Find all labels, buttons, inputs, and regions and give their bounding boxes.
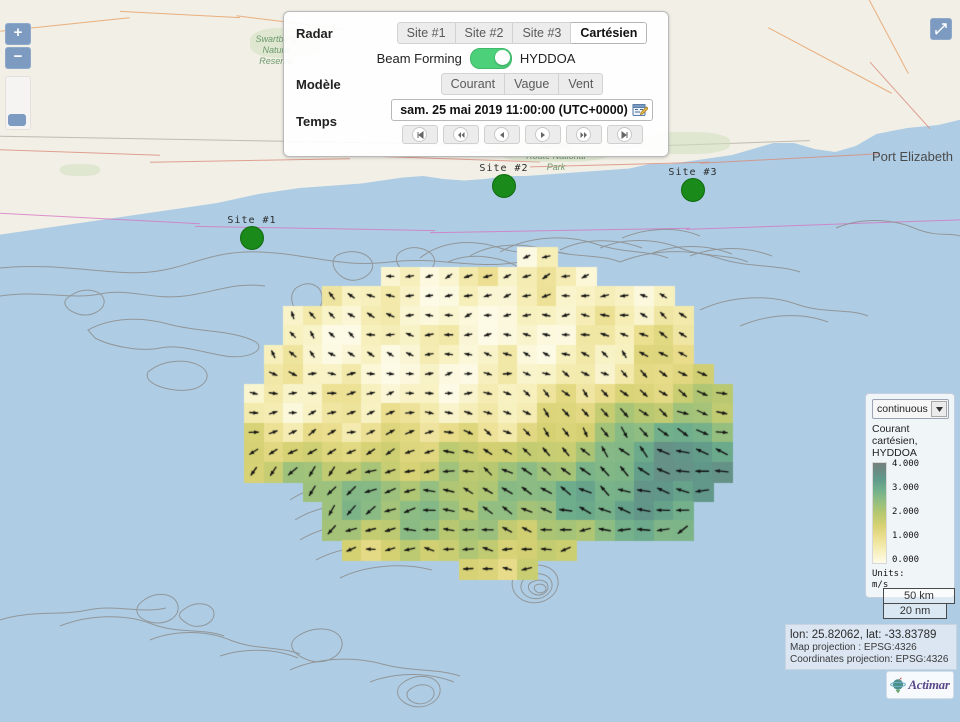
step-forward-button[interactable] [524,125,561,144]
scale-nautical: 20 nm [883,604,947,619]
step-forward-fast-button[interactable] [565,125,602,144]
coordinate-info-box: lon: 25.82062, lat: -33.83789 Map projec… [785,624,957,670]
beam-forming-toggle[interactable] [469,48,512,69]
colorbar-tick: 3.000 [892,483,920,493]
time-field[interactable]: sam. 25 mai 2019 11:00:00 (UTC+0000) [391,99,653,121]
skip-to-end-button[interactable] [606,125,643,144]
colorbar-tick: 4.000 [892,459,920,469]
modele-row: Modèle Courant Vague Vent [292,73,660,95]
colorbar-tick: 1.000 [892,531,920,541]
modele-label: Modèle [296,76,341,92]
modele-button-group[interactable]: Courant Vague Vent [440,73,604,95]
calendar-icon[interactable] [632,102,648,118]
step-back-button[interactable] [483,125,520,144]
colorbar-wrap: 4.000 3.000 2.000 1.000 0.000 [872,459,949,565]
radar-row: Radar Site #1 Site #2 Site #3 Cartésien [292,22,660,44]
expand-icon [935,23,947,35]
site-dot[interactable] [681,178,705,202]
next-icon [535,127,550,142]
rewind-icon [453,127,468,142]
step-back-fast-button[interactable] [442,125,479,144]
zoom-slider[interactable] [5,76,31,130]
zoom-controls[interactable]: + − [5,23,31,71]
map-application: SwartbergNatureReserve GardenRoute Natio… [0,0,960,722]
legend-title-line-1: Courant [872,423,910,435]
site-label: Site #2 [479,163,529,174]
modele-option-courant[interactable]: Courant [440,73,506,95]
zoom-slider-handle[interactable] [8,114,26,126]
site-marker-3[interactable]: Site #3 [668,167,717,202]
scale-metric: 50 km [883,588,955,604]
temps-label: Temps [296,114,337,129]
attribution-logo[interactable]: Actimar [886,671,954,699]
radar-option-cartesien[interactable]: Cartésien [571,22,648,44]
beam-forming-algorithm: HYDDOA [519,51,576,66]
legend-mode-select[interactable]: continuous [872,399,949,419]
beam-forming-label: Beam Forming [376,51,462,66]
radar-option-site1[interactable]: Site #1 [396,22,456,44]
time-navigation[interactable] [401,125,643,144]
scale-bar: 50 km 20 nm [883,588,955,619]
map-projection: Map projection : EPSG:4326 [790,642,917,653]
radar-label: Radar [296,25,333,41]
map-label-port-elizabeth: Port Elizabeth [872,149,953,164]
fullscreen-button[interactable] [930,18,952,40]
skip-start-icon [412,127,427,142]
colorbar-tick: 2.000 [892,507,920,517]
modele-option-vague[interactable]: Vague [505,73,560,95]
radar-option-site3[interactable]: Site #3 [513,22,572,44]
legend-title: Courant cartésien, HYDDOA [872,423,949,459]
actimar-wordmark: Actimar [908,677,950,692]
legend-title-line-3: HYDDOA [872,447,917,459]
site-label: Site #1 [227,215,277,226]
temps-row: Temps sam. 25 mai 2019 11:00:00 (UTC+000… [292,99,660,144]
legend-mode-value: continuous [877,403,928,415]
skip-to-start-button[interactable] [401,125,438,144]
zoom-out-button[interactable]: − [5,47,31,69]
radar-button-group[interactable]: Site #1 Site #2 Site #3 Cartésien [396,22,648,44]
site-dot[interactable] [492,174,516,198]
skip-end-icon [617,127,632,142]
beam-forming-row: Beam Forming HYDDOA [292,48,660,69]
cursor-coordinates: lon: 25.82062, lat: -33.83789 [790,629,937,641]
colorbar-gradient [872,462,887,564]
site-marker-1[interactable]: Site #1 [227,215,276,250]
zoom-in-button[interactable]: + [5,23,31,45]
actimar-globe-icon [890,677,907,693]
previous-icon [494,127,509,142]
modele-option-vent[interactable]: Vent [559,73,604,95]
chevron-down-icon[interactable] [931,401,947,417]
time-value: sam. 25 mai 2019 11:00:00 (UTC+0000) [400,103,628,117]
units-label: Units: [872,569,905,579]
legend-title-line-2: cartésien, [872,435,918,447]
control-panel: Radar Site #1 Site #2 Site #3 Cartésien … [283,11,669,157]
colorbar-tick: 0.000 [892,555,920,565]
site-label: Site #3 [668,167,718,178]
colorbar-ticks: 4.000 3.000 2.000 1.000 0.000 [892,459,949,565]
coordinates-projection: Coordinates projection: EPSG:4326 [790,654,949,665]
legend-panel: continuous Courant cartésien, HYDDOA 4.0… [865,393,955,598]
radar-option-site2[interactable]: Site #2 [455,22,514,44]
site-marker-2[interactable]: Site #2 [479,163,528,198]
site-dot[interactable] [240,226,264,250]
fast-forward-icon [576,127,591,142]
toggle-knob [494,50,510,65]
